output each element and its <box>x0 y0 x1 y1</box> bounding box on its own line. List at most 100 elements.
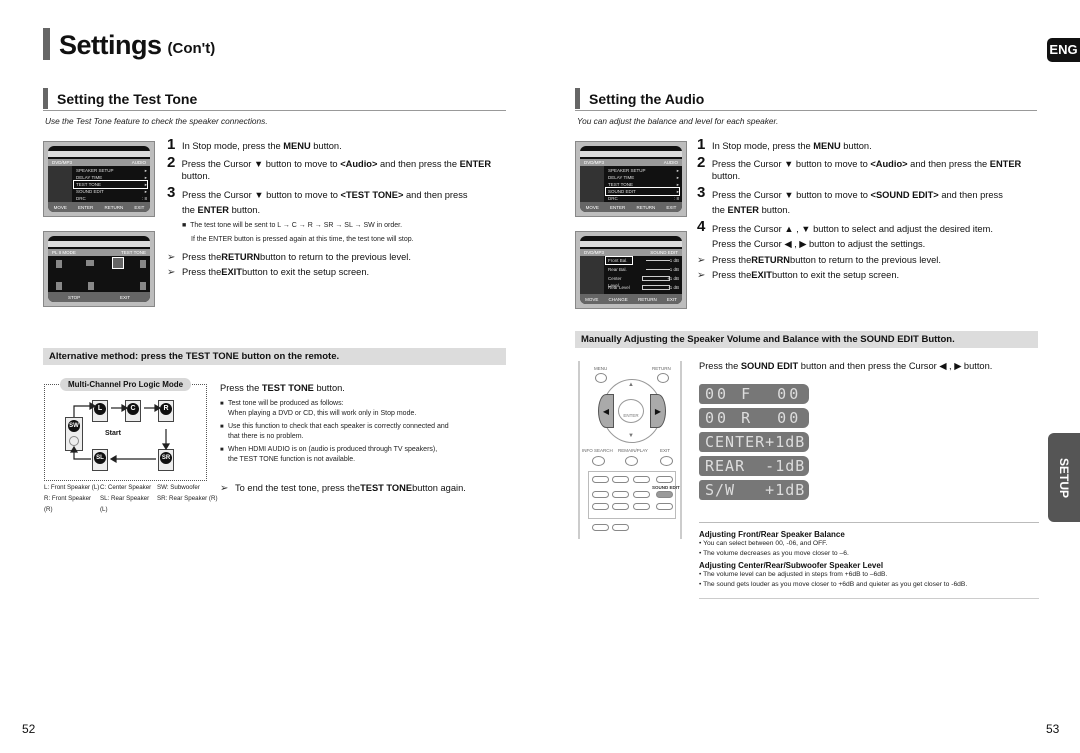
step-number: 3 <box>167 184 176 201</box>
text: that there is no problem. <box>228 433 304 440</box>
bullet-dot: ■ <box>220 401 224 407</box>
sleep-button[interactable] <box>592 524 609 531</box>
screen-header-right: AUDIO <box>131 160 146 165</box>
step-text: Press the Cursor ▼ button to move to <TE… <box>179 188 468 218</box>
mode-button[interactable] <box>592 476 609 483</box>
info-search-button[interactable] <box>592 456 605 466</box>
slide-mode-button[interactable] <box>633 503 650 510</box>
menu-row: DELAY TIME ▸ <box>606 174 679 181</box>
digest-button[interactable] <box>656 503 673 510</box>
bold-text: <TEST TONE> <box>340 190 404 200</box>
audio-steps: 1 In Stop mode, press the MENU button. 2… <box>697 137 1047 252</box>
effect-button[interactable] <box>612 476 629 483</box>
exit-button[interactable] <box>660 456 673 466</box>
hdmi-button[interactable] <box>592 491 609 498</box>
speaker-icon <box>140 260 146 268</box>
row-value: : 8 <box>673 196 679 201</box>
tip-return: ➢ Press the RETURN button to return to th… <box>167 250 411 265</box>
audio-tips: ➢ Press the RETURN button to return to th… <box>697 253 941 283</box>
enter-button[interactable]: ENTER <box>618 399 644 423</box>
row-label: DELAY TIME <box>608 175 635 180</box>
bullet: ■ Use this function to check that each sp… <box>220 422 510 442</box>
text: the TEST TONE function is not available. <box>228 456 356 463</box>
text: and then press <box>938 190 1003 200</box>
row-value: -1 dB <box>668 267 679 272</box>
text: Press the Cursor ▼ button to move to <box>711 159 871 169</box>
enter-label: ENTER <box>623 413 639 418</box>
return-button[interactable] <box>657 373 669 383</box>
arrow-icon: ➢ <box>697 255 706 266</box>
screen-header: DVD/MP3 AUDIO <box>48 159 150 166</box>
zoom-button[interactable] <box>592 503 609 510</box>
remote-label-menu: MENU <box>594 366 608 371</box>
row-value: ▸ <box>144 182 147 187</box>
sound-row: Center Level <box>606 275 632 288</box>
test-tone-tips: ➢ Press the RETURN button to return to th… <box>167 250 411 280</box>
level-bar <box>642 285 670 290</box>
menu-button[interactable] <box>595 373 607 383</box>
footer-move: MOVE <box>53 204 67 210</box>
cursor-down-icon[interactable]: ▼ <box>628 433 634 439</box>
screen-header: DVD/MP3 SOUND EDIT <box>580 249 682 256</box>
step-text: In Stop mode, press the MENU button. <box>179 140 342 152</box>
logo-button[interactable] <box>612 503 629 510</box>
subsection-bullet: • You can select between 00, -06, and OF… <box>699 540 828 547</box>
text: Press the <box>182 252 222 262</box>
step-number: 2 <box>697 154 706 171</box>
cursor-up-icon[interactable]: ▲ <box>628 382 634 388</box>
sound-row-selected: Front Bal. <box>605 256 633 265</box>
step-text: Press the Cursor ▲ , ▼ button to select … <box>709 222 993 252</box>
ez-view-button[interactable] <box>612 524 629 531</box>
menu-screen-audio: DVD/MP3 AUDIO SPEAKER SETUP ▸ DELAY TIME ▸ … <box>575 141 687 217</box>
step-2: 2 Press the Cursor ▼ button to move to <… <box>167 155 512 182</box>
row-value: ▸ <box>676 182 679 187</box>
test-tone-button[interactable] <box>633 491 650 498</box>
cursor-right-button[interactable]: ▶ <box>650 394 666 428</box>
legend-item: SL: Rear Speaker (L) <box>100 495 150 513</box>
row-label: Rear Level <box>608 285 630 290</box>
menu-row: SPEAKER SETUP ▸ <box>606 167 679 174</box>
text: Press the <box>712 255 752 265</box>
remain-button[interactable] <box>625 456 638 466</box>
row-value: ▸ <box>144 168 147 173</box>
balance-slider <box>646 269 670 270</box>
step-1: 1 In Stop mode, press the MENU button. <box>697 137 1047 152</box>
cursor-left-button[interactable]: ◀ <box>598 394 614 428</box>
display-button[interactable] <box>633 476 650 483</box>
title-suffix: (Con't) <box>167 40 216 57</box>
remote-label: REMAIN/PLAY <box>618 448 648 453</box>
test-tone-button-instructions: Press the TEST TONE button. ■ Test tone w… <box>220 383 510 465</box>
bullet-text: The sound gets louder as you move closer… <box>703 581 968 588</box>
divider <box>699 522 1039 523</box>
tip-exit: ➢ Press the EXIT button to exit the setup… <box>697 268 941 283</box>
page-number-left: 52 <box>22 722 36 736</box>
step-text: In Stop mode, press the MENU button. <box>709 140 872 152</box>
row-value: -1 dB <box>668 285 679 290</box>
screen-sidebar <box>580 256 604 294</box>
screen-footer: STOP EXIT <box>48 292 150 302</box>
bold-text: <Audio> <box>340 159 378 169</box>
footer-move: MOVE <box>585 204 599 210</box>
speaker-icon <box>86 260 94 266</box>
balance-slider <box>646 260 670 261</box>
info-button[interactable] <box>656 476 673 483</box>
sound-edit-button[interactable] <box>656 491 673 498</box>
row-value: +1 dB <box>667 276 679 281</box>
text: To end the test tone, press the <box>235 483 361 493</box>
footer-return: RETURN <box>104 204 124 210</box>
section-subtitle: You can adjust the balance and level for… <box>577 116 779 126</box>
level-bar <box>642 276 670 281</box>
screen-sidebar <box>48 166 72 202</box>
section-title: Setting the Test Tone <box>57 90 198 107</box>
mo-st-button[interactable] <box>612 491 629 498</box>
screen-footer: MOVE ENTER RETURN EXIT <box>48 202 150 212</box>
screen-header-left: DVD/MP3 <box>52 160 73 165</box>
arrow-icon: ➢ <box>697 270 706 281</box>
lcd-line-center: CENTER+1dB <box>699 432 809 452</box>
subsection-bullet: • The volume level can be adjusted in st… <box>699 571 888 578</box>
text: button. <box>310 141 342 151</box>
bold-text: MENU <box>283 141 311 151</box>
bullet-dot: ■ <box>220 424 224 430</box>
sound-edit-screen: DVD/MP3 SOUND EDIT Front Bal. -1 dB Rear … <box>575 231 687 309</box>
footer-move: MOVE <box>585 296 599 302</box>
